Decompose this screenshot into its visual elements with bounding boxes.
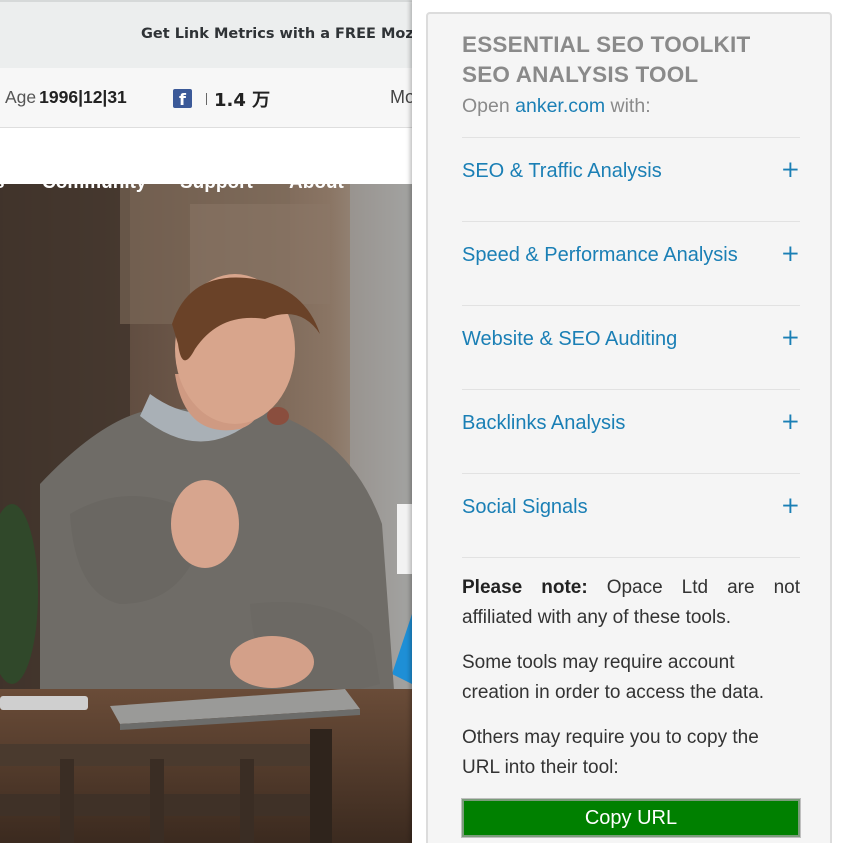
open-prefix: Open	[462, 95, 510, 117]
screen: Get Link Metrics with a FREE Moz Co Age 1…	[0, 0, 848, 843]
section-social-signals[interactable]: Social Signals +	[462, 474, 800, 558]
expand-plus-icon[interactable]: +	[781, 325, 800, 351]
facebook-icon[interactable]: f	[173, 89, 192, 108]
moz-banner-text: Get Link Metrics with a FREE Moz Co	[141, 26, 412, 42]
site-header-strip	[0, 129, 412, 184]
section-label: Backlinks Analysis	[462, 412, 626, 434]
age-label: Age	[5, 87, 37, 107]
open-with-line: Open anker.com with:	[462, 95, 651, 118]
panel-title-line-2: SEO ANALYSIS TOOL	[462, 62, 699, 87]
affiliation-note: Please note: Opace Ltd are not affiliate…	[462, 573, 800, 633]
nav-item-about[interactable]: About	[289, 184, 344, 194]
section-label: Website & SEO Auditing	[462, 328, 678, 350]
background-website: Get Link Metrics with a FREE Moz Co Age 1…	[0, 0, 412, 843]
note-label: Please note:	[462, 577, 588, 598]
facebook-share-count: 1.4 万	[214, 90, 271, 111]
nav-item-cut[interactable]: s	[0, 184, 5, 194]
metrics-more-text: Mo	[390, 87, 412, 107]
section-label: Speed & Performance Analysis	[462, 244, 738, 266]
hero-image	[0, 184, 412, 843]
copy-url-note: Others may require you to copy the URL i…	[462, 727, 759, 778]
metrics-bar: Age 1996|12|31 f 1.4 万 Mo	[0, 68, 412, 128]
expand-plus-icon[interactable]: +	[781, 409, 800, 435]
expand-plus-icon[interactable]: +	[781, 241, 800, 267]
age-value: 1996|12|31	[39, 87, 127, 107]
section-label: SEO & Traffic Analysis	[462, 160, 662, 182]
nav-item-community[interactable]: Community	[42, 184, 147, 194]
section-backlinks-analysis[interactable]: Backlinks Analysis +	[462, 390, 800, 474]
section-website-seo-auditing[interactable]: Website & SEO Auditing +	[462, 306, 800, 390]
site-nav: s Community Support About	[0, 184, 412, 196]
section-speed-performance-analysis[interactable]: Speed & Performance Analysis +	[462, 222, 800, 306]
domain-age: Age 1996|12|31	[5, 87, 127, 108]
section-label: Social Signals	[462, 496, 588, 518]
domain-link[interactable]: anker.com	[515, 95, 605, 117]
expand-plus-icon[interactable]: +	[781, 157, 800, 183]
open-suffix: with:	[610, 95, 651, 117]
copy-url-button[interactable]: Copy URL	[461, 798, 801, 838]
separator	[206, 93, 207, 105]
expand-plus-icon[interactable]: +	[781, 493, 800, 519]
section-seo-traffic-analysis[interactable]: SEO & Traffic Analysis +	[462, 138, 800, 222]
account-note: Some tools may require account creation …	[462, 652, 765, 703]
moz-banner[interactable]: Get Link Metrics with a FREE Moz Co	[0, 0, 412, 68]
seo-toolkit-panel: ESSENTIAL SEO TOOLKIT SEO ANALYSIS TOOL …	[426, 12, 832, 843]
hero-photo: s Community Support About	[0, 184, 412, 843]
nav-item-support[interactable]: Support	[180, 184, 253, 194]
panel-title-line-1: ESSENTIAL SEO TOOLKIT	[462, 32, 751, 57]
panel-title: ESSENTIAL SEO TOOLKIT SEO ANALYSIS TOOL	[462, 30, 750, 90]
divider	[462, 557, 800, 558]
